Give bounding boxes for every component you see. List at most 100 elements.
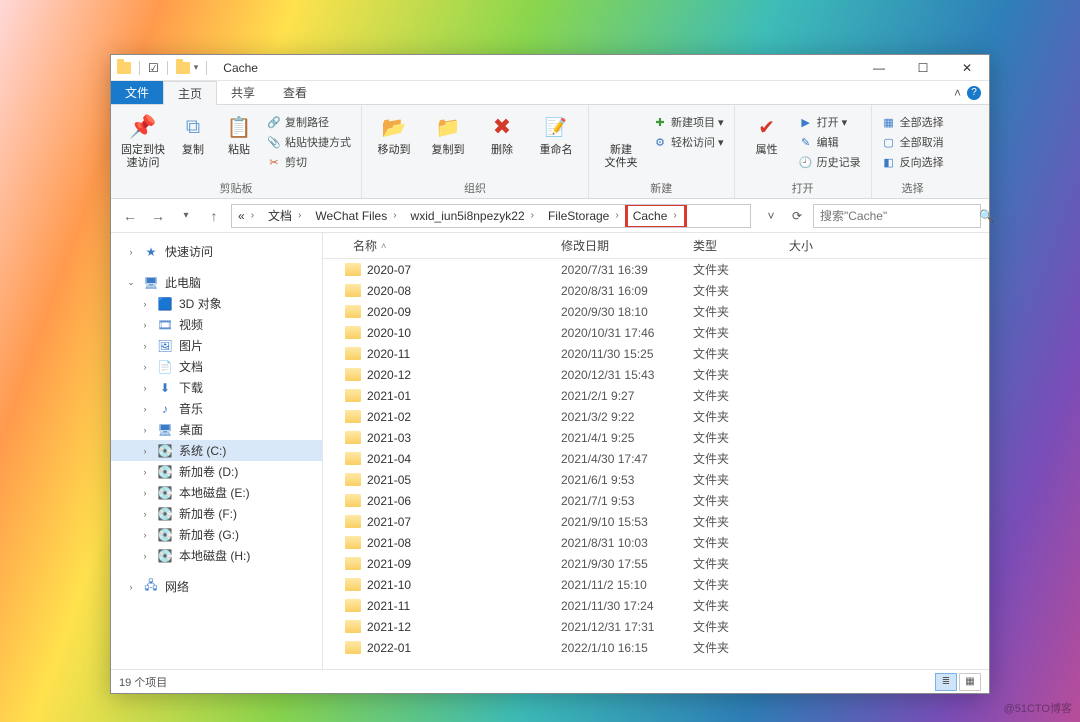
new-item-button[interactable]: ✚新建项目 ▾ [651,113,726,131]
sidebar-item[interactable]: ›🖥桌面 [111,419,322,440]
close-button[interactable]: ✕ [945,55,989,81]
table-row[interactable]: 2021-102021/11/2 15:10文件夹 [323,574,989,595]
table-row[interactable]: 2020-072020/7/31 16:39文件夹 [323,259,989,280]
folder-icon [345,452,361,465]
table-row[interactable]: 2020-112020/11/30 15:25文件夹 [323,343,989,364]
sidebar-item[interactable]: ›💽系统 (C:) [111,440,322,461]
table-row[interactable]: 2021-122021/12/31 17:31文件夹 [323,616,989,637]
window-controls: — ☐ ✕ [857,55,989,81]
table-row[interactable]: 2021-042021/4/30 17:47文件夹 [323,448,989,469]
search-field[interactable] [820,209,975,223]
sidebar-item[interactable]: ›💽新加卷 (D:) [111,461,322,482]
table-row[interactable]: 2021-072021/9/10 15:53文件夹 [323,511,989,532]
status-bar: 19 个项目 ≣ ▦ [111,669,989,693]
sidebar-quick-access[interactable]: ›★快速访问 [111,241,322,262]
view-details-button[interactable]: ≣ [935,673,957,691]
easy-access-button[interactable]: ⚙轻松访问 ▾ [651,133,726,151]
pin-button[interactable]: 📌固定到快 速访问 [119,109,167,169]
table-row[interactable]: 2020-092020/9/30 18:10文件夹 [323,301,989,322]
rename-button[interactable]: 📝重命名 [532,109,580,157]
up-button[interactable]: ↑ [203,205,225,227]
copy-button[interactable]: ⧉复制 [173,109,213,157]
open-button[interactable]: ▶打开 ▾ [797,113,863,131]
titlebar: ☑ ▾ Cache — ☐ ✕ [111,55,989,81]
sidebar-this-pc[interactable]: ⌄🖥此电脑 [111,272,322,293]
help-icon[interactable]: ? [967,86,981,100]
breadcrumb-seg[interactable]: 文档› [262,205,309,227]
breadcrumb-root[interactable]: «› [232,205,262,227]
col-name[interactable]: 名称˄ [323,233,553,258]
sidebar-item[interactable]: ›♪音乐 [111,398,322,419]
group-label-select: 选择 [880,178,946,196]
sidebar-item[interactable]: ›💽本地磁盘 (H:) [111,545,322,566]
explorer-window: ☑ ▾ Cache — ☐ ✕ 文件 主页 共享 查看 ˄ ? 📌固定到快 速访… [110,54,990,694]
table-row[interactable]: 2021-052021/6/1 9:53文件夹 [323,469,989,490]
folder-icon [345,641,361,654]
tab-file[interactable]: 文件 [111,81,163,104]
search-icon[interactable]: 🔍 [979,209,994,223]
breadcrumb-seg[interactable]: WeChat Files› [309,205,404,227]
table-row[interactable]: 2021-022021/3/2 9:22文件夹 [323,406,989,427]
refresh-button[interactable]: ⟳ [787,205,807,227]
table-row[interactable]: 2020-082020/8/31 16:09文件夹 [323,280,989,301]
table-row[interactable]: 2021-092021/9/30 17:55文件夹 [323,553,989,574]
table-row[interactable]: 2022-012022/1/10 16:15文件夹 [323,637,989,658]
select-all-button[interactable]: ▦全部选择 [880,113,946,131]
back-button[interactable]: ← [119,205,141,227]
paste-shortcut-button[interactable]: 📎粘贴快捷方式 [265,133,353,151]
content-area: ›★快速访问 ⌄🖥此电脑 ›🟦3D 对象›🎞视频›🖼图片›📄文档›⬇下载›♪音乐… [111,233,989,669]
sidebar-item[interactable]: ›⬇下载 [111,377,322,398]
forward-button[interactable]: → [147,205,169,227]
view-icons-button[interactable]: ▦ [959,673,981,691]
col-date[interactable]: 修改日期 [553,233,685,258]
search-input[interactable]: 🔍 [813,204,981,228]
invert-selection-button[interactable]: ◧反向选择 [880,153,946,171]
group-label-clipboard: 剪贴板 [119,178,353,196]
folder-icon [345,515,361,528]
breadcrumb-seg[interactable]: wxid_iun5i8npezyk22› [405,205,542,227]
collapse-ribbon-icon[interactable]: ˄ [954,86,961,100]
moveto-button[interactable]: 📂移动到 [370,109,418,157]
paste-button[interactable]: 📋粘贴 [219,109,259,157]
table-row[interactable]: 2021-012021/2/1 9:27文件夹 [323,385,989,406]
sidebar-item[interactable]: ›💽本地磁盘 (E:) [111,482,322,503]
new-folder-button[interactable]: 新建 文件夹 [597,109,645,169]
col-size[interactable]: 大小 [781,233,861,258]
table-row[interactable]: 2021-062021/7/1 9:53文件夹 [323,490,989,511]
sidebar-item[interactable]: ›💽新加卷 (F:) [111,503,322,524]
select-none-button[interactable]: ▢全部取消 [880,133,946,151]
sidebar-item[interactable]: ›🟦3D 对象 [111,293,322,314]
copy-path-button[interactable]: 🔗复制路径 [265,113,353,131]
cut-button[interactable]: ✂剪切 [265,153,353,171]
table-row[interactable]: 2021-112021/11/30 17:24文件夹 [323,595,989,616]
sidebar-item[interactable]: ›📄文档 [111,356,322,377]
col-type[interactable]: 类型 [685,233,781,258]
folder-icon [345,284,361,297]
chevron-down-icon[interactable]: ▾ [194,62,199,73]
sidebar-item[interactable]: ›🖼图片 [111,335,322,356]
copyto-button[interactable]: 📁复制到 [424,109,472,157]
checkbox-icon[interactable]: ☑ [148,61,159,75]
history-button[interactable]: 🕘历史记录 [797,153,863,171]
minimize-button[interactable]: — [857,55,901,81]
address-dropdown-icon[interactable]: ˅ [761,205,781,227]
sidebar-item[interactable]: ›🎞视频 [111,314,322,335]
sidebar-item[interactable]: ›💽新加卷 (G:) [111,524,322,545]
delete-button[interactable]: ✖删除 [478,109,526,157]
table-row[interactable]: 2021-082021/8/31 10:03文件夹 [323,532,989,553]
table-row[interactable]: 2021-032021/4/1 9:25文件夹 [323,427,989,448]
tab-view[interactable]: 查看 [269,81,321,104]
sidebar-network[interactable]: ›🖧网络 [111,576,322,597]
breadcrumb-seg-current[interactable]: Cache› [627,205,685,227]
breadcrumb-seg[interactable]: FileStorage› [542,205,627,227]
table-row[interactable]: 2020-102020/10/31 17:46文件夹 [323,322,989,343]
recent-chevron-icon[interactable]: ▾ [175,205,197,227]
maximize-button[interactable]: ☐ [901,55,945,81]
tab-share[interactable]: 共享 [217,81,269,104]
edit-button[interactable]: ✎编辑 [797,133,863,151]
folder-icon[interactable] [176,62,190,74]
breadcrumb[interactable]: «› 文档› WeChat Files› wxid_iun5i8npezyk22… [231,204,751,228]
table-row[interactable]: 2020-122020/12/31 15:43文件夹 [323,364,989,385]
tab-home[interactable]: 主页 [163,81,217,105]
properties-button[interactable]: ✔属性 [743,109,791,157]
